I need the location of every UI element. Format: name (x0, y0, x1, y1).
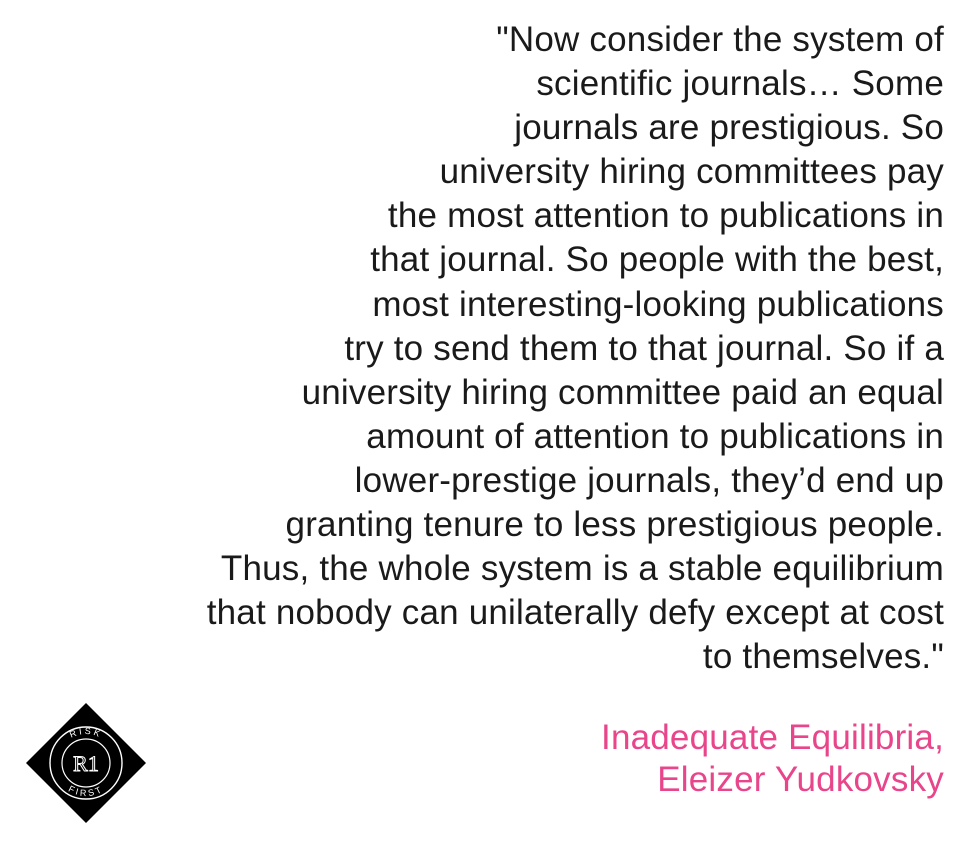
quote-line: amount of attention to publications in (366, 416, 944, 456)
quote-line: try to send them to that journal. So if … (344, 328, 944, 368)
quote-line: to themselves." (702, 637, 944, 677)
quote-line: that journal. So people with the best, (370, 240, 944, 280)
logo-monogram: R1 (73, 751, 99, 776)
quote-line: university hiring committee paid an equa… (301, 372, 944, 412)
quote-text: "Now consider the system of scientific j… (14, 18, 944, 679)
quote-line: "Now consider the system of (496, 20, 944, 59)
risk-first-logo-icon: RISK FIRST R1 (26, 703, 146, 823)
quote-line: the most attention to publications in (387, 196, 944, 236)
quote-line: Thus, the whole system is a stable equil… (220, 549, 944, 589)
quote-line: lower-prestige journals, they’d end up (354, 460, 944, 500)
quote-line: that nobody can unilaterally defy except… (206, 593, 944, 633)
quote-line: scientific journals… Some (536, 64, 944, 104)
attribution-author: Eleizer Yudkovsky (657, 760, 944, 799)
quote-line: university hiring committees pay (439, 152, 944, 192)
quote-line: most interesting-looking publications (372, 284, 944, 324)
quote-attribution: Inadequate Equilibria, Eleizer Yudkovsky (601, 717, 944, 801)
quote-line: journals are prestigious. So (514, 108, 944, 148)
attribution-source: Inadequate Equilibria, (601, 718, 944, 757)
quote-line: granting tenure to less prestigious peop… (285, 505, 944, 545)
